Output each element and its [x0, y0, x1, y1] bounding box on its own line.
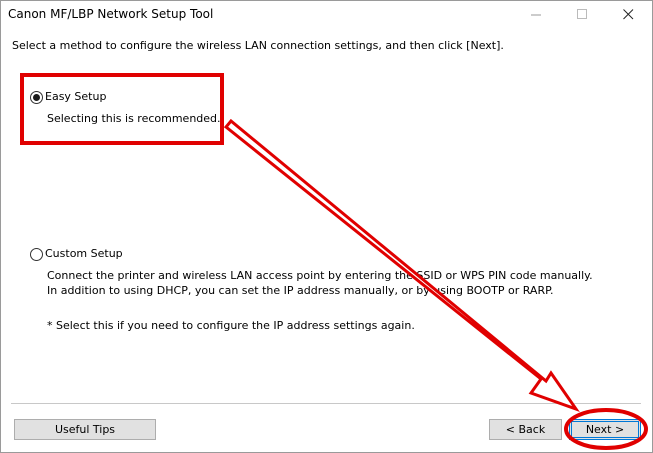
back-button[interactable]: < Back	[489, 419, 562, 440]
button-separator	[11, 403, 641, 404]
next-button[interactable]: Next >	[569, 419, 641, 440]
maximize-icon	[577, 9, 587, 19]
custom-setup-radio[interactable]	[30, 248, 43, 261]
custom-setup-description-line-2: In addition to using DHCP, you can set t…	[47, 284, 554, 297]
next-button-label: Next >	[585, 423, 625, 436]
instruction-text: Select a method to configure the wireles…	[12, 39, 504, 52]
maximize-button[interactable]	[560, 1, 606, 29]
annotation-highlight-box	[20, 73, 224, 145]
minimize-button[interactable]	[514, 1, 560, 29]
custom-setup-description-line-1: Connect the printer and wireless LAN acc…	[47, 269, 593, 282]
window-title: Canon MF/LBP Network Setup Tool	[8, 7, 214, 21]
useful-tips-button[interactable]: Useful Tips	[14, 419, 156, 440]
custom-setup-label[interactable]: Custom Setup	[45, 247, 123, 260]
close-button[interactable]	[606, 1, 652, 29]
setup-tool-window: Canon MF/LBP Network Setup Tool Select a…	[0, 0, 653, 453]
minimize-icon	[531, 14, 541, 16]
custom-setup-note: * Select this if you need to configure t…	[47, 319, 415, 332]
close-icon	[623, 9, 634, 20]
title-bar: Canon MF/LBP Network Setup Tool	[1, 1, 652, 29]
dialog-content: Select a method to configure the wireles…	[1, 29, 652, 452]
